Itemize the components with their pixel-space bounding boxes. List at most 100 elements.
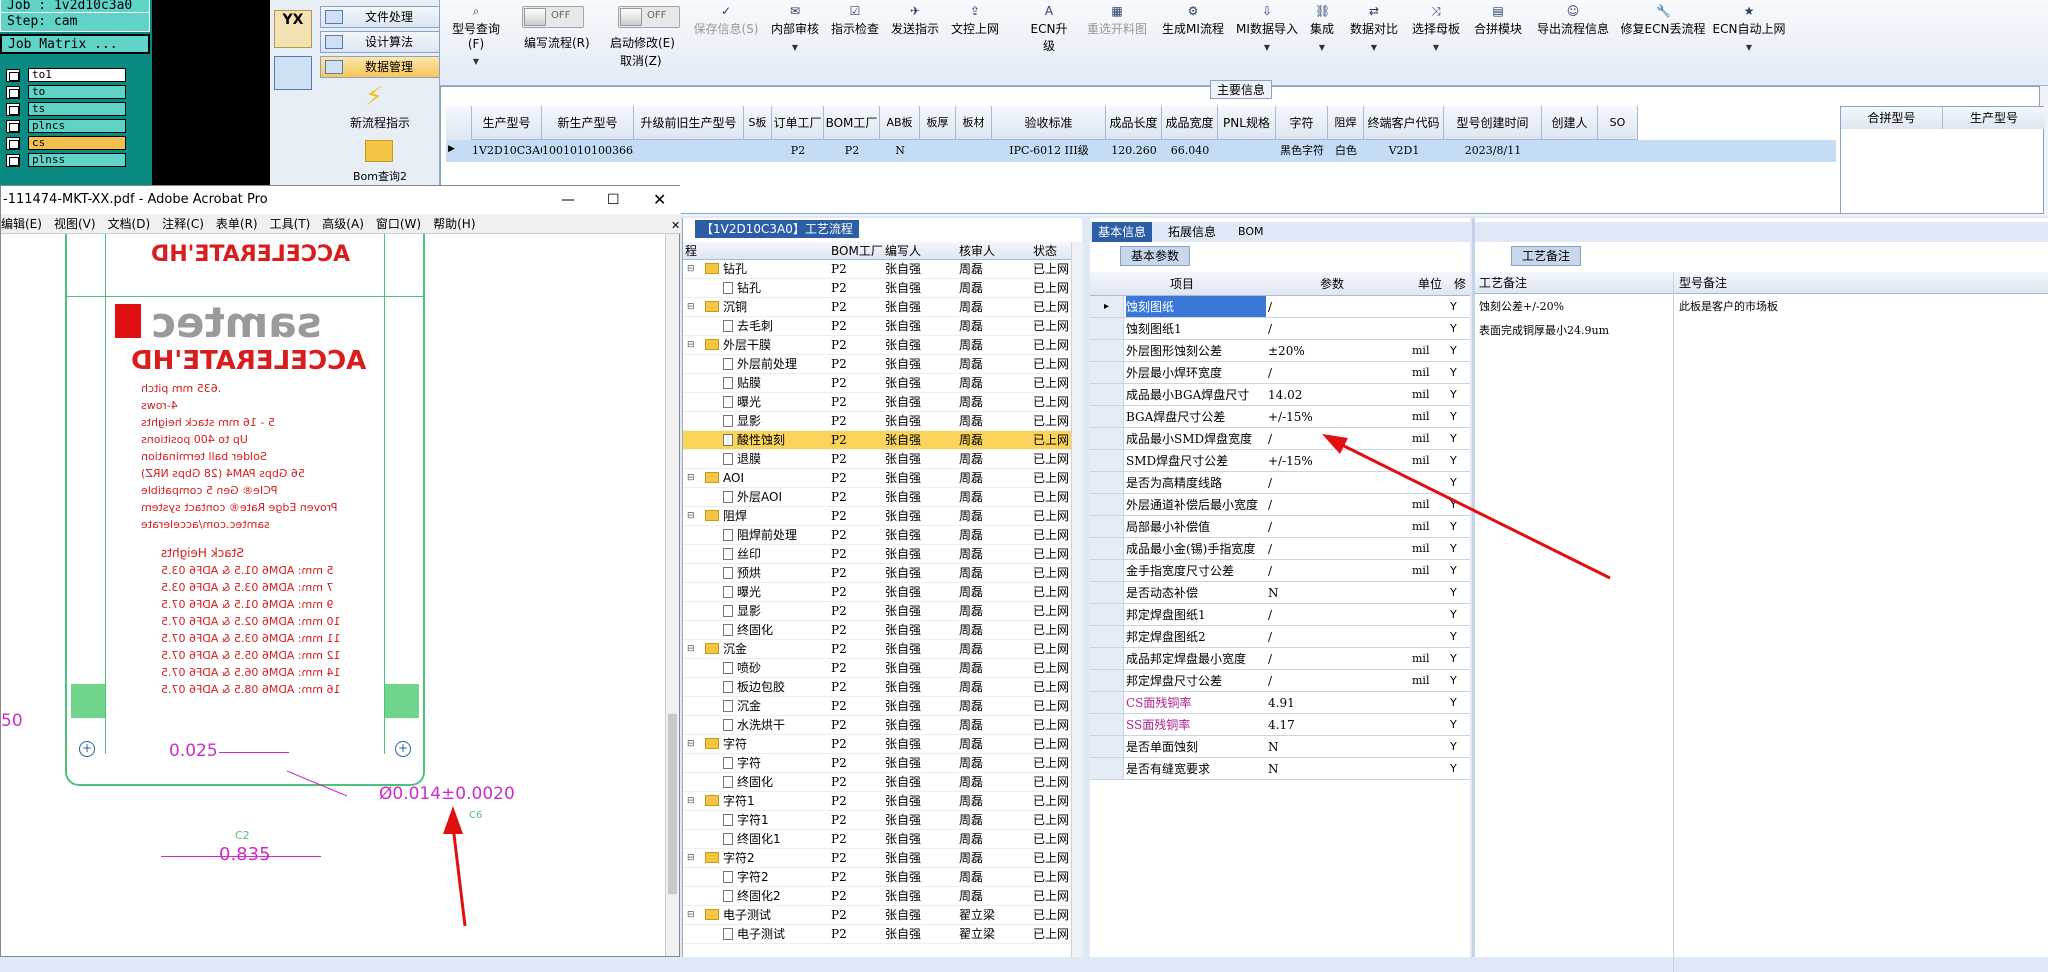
param-flag[interactable]: Y <box>1450 626 1470 648</box>
tree-row[interactable]: 钻孔 P2 张自强 周磊 已上网 <box>683 279 1071 298</box>
main-header-cell[interactable]: 阻焊 <box>1328 106 1364 140</box>
graphic-canvas[interactable] <box>152 0 270 190</box>
main-header-cell[interactable]: 板厚 <box>920 106 956 140</box>
tab-extended[interactable]: 拓展信息 <box>1168 222 1216 242</box>
repair-ecn-button[interactable]: 🔧 修复ECN丢流程 <box>1620 0 1706 60</box>
layer-checkbox[interactable] <box>6 120 20 133</box>
param-flag[interactable]: Y <box>1450 692 1470 714</box>
main-row-cell[interactable]: 白色 <box>1328 140 1364 162</box>
main-header-cell[interactable]: PNL规格 <box>1218 106 1276 140</box>
main-row-cell[interactable]: 黑色字符 <box>1276 140 1328 162</box>
row-header[interactable] <box>1090 604 1124 625</box>
save-info-button[interactable]: ✓ 保存信息(S) <box>690 0 762 60</box>
data-compare-button[interactable]: ⇄ 数据对比 ▼ <box>1346 0 1402 60</box>
param-value[interactable]: N <box>1268 758 1408 780</box>
layer-row[interactable]: cs <box>6 136 126 151</box>
param-value[interactable]: / <box>1268 648 1408 670</box>
layer-row[interactable]: to1 <box>6 68 126 83</box>
row-header[interactable] <box>1090 472 1124 493</box>
main-row-cell[interactable]: 66.040 <box>1162 140 1218 162</box>
param-flag[interactable]: Y <box>1450 736 1470 758</box>
start-modify-toggle[interactable]: OFF <box>618 6 680 28</box>
main-header-cell[interactable]: 升级前旧生产型号 <box>634 106 744 140</box>
tree-row[interactable]: ⊟ 沉铜 P2 张自强 周磊 已上网 <box>683 298 1071 317</box>
tree-row[interactable]: 水洗烘干 P2 张自强 周磊 已上网 <box>683 716 1071 735</box>
tree-row[interactable]: ⊟ 外层干膜 P2 张自强 周磊 已上网 <box>683 336 1071 355</box>
param-row[interactable]: 外层图形蚀刻公差 ±20% mil Y <box>1090 340 1470 362</box>
tree-row[interactable]: ⊟ 字符2 P2 张自强 周磊 已上网 <box>683 849 1071 868</box>
subtab-basic-params[interactable]: 基本参数 <box>1120 246 1191 266</box>
row-header[interactable]: ▸ <box>1090 296 1124 317</box>
param-flag[interactable]: Y <box>1450 340 1470 362</box>
tree-header-cell[interactable]: 编写人 <box>885 242 921 260</box>
main-header-cell[interactable]: 成品长度 <box>1106 106 1162 140</box>
row-header[interactable] <box>1090 692 1124 713</box>
row-header[interactable] <box>1090 362 1124 383</box>
main-row-cell[interactable]: 10010101003663 <box>542 140 634 162</box>
tree-row[interactable]: 终固化2 P2 张自强 周磊 已上网 <box>683 887 1071 906</box>
tree-row[interactable]: 终固化 P2 张自强 周磊 已上网 <box>683 621 1071 640</box>
main-header-cell[interactable]: 板材 <box>956 106 992 140</box>
main-row-cell[interactable] <box>956 140 992 162</box>
expand-icon[interactable]: ⊟ <box>687 336 695 355</box>
expand-icon[interactable]: ⊟ <box>687 792 695 811</box>
param-row[interactable]: 邦定焊盘图纸1 / Y <box>1090 604 1470 626</box>
model-query-button[interactable]: ⌕ 型号查询(F) ▼ <box>448 0 504 66</box>
row-header[interactable] <box>1090 450 1124 471</box>
reselect-cutting-button[interactable]: ▦ 重选开料图 <box>1082 0 1152 60</box>
tree-row[interactable]: 曝光 P2 张自强 周磊 已上网 <box>683 393 1071 412</box>
param-row[interactable]: 邦定焊盘尺寸公差 / mil Y <box>1090 670 1470 692</box>
tab-bom[interactable]: BOM <box>1238 222 1264 242</box>
row-header[interactable] <box>1090 406 1124 427</box>
row-header[interactable] <box>1090 494 1124 515</box>
main-row-cell[interactable]: 120.260 <box>1106 140 1162 162</box>
instruction-check-button[interactable]: ☑ 指示检查 <box>828 0 882 60</box>
main-header-cell[interactable]: 型号创建时间 <box>1444 106 1542 140</box>
tree-row[interactable]: 喷砂 P2 张自强 周磊 已上网 <box>683 659 1071 678</box>
row-header[interactable] <box>1090 428 1124 449</box>
main-row-cell[interactable]: 2023/8/11 <box>1444 140 1542 162</box>
main-row-cell[interactable]: P2 <box>824 140 880 162</box>
layer-checkbox[interactable] <box>6 69 20 82</box>
row-header[interactable] <box>1090 670 1124 691</box>
merge-module-button[interactable]: ▤ 合拼模块 <box>1470 0 1526 60</box>
main-row-cell[interactable]: N <box>880 140 920 162</box>
main-row-cell[interactable] <box>634 140 744 162</box>
layer-checkbox[interactable] <box>6 86 20 99</box>
tree-row[interactable]: ⊟ 沉金 P2 张自强 周磊 已上网 <box>683 640 1071 659</box>
param-flag[interactable]: Y <box>1450 604 1470 626</box>
layer-checkbox[interactable] <box>6 154 20 167</box>
param-row[interactable]: 邦定焊盘图纸2 / Y <box>1090 626 1470 648</box>
param-row[interactable]: ▸ 蚀刻图纸 / Y <box>1090 296 1470 318</box>
expand-icon[interactable]: ⊟ <box>687 469 695 488</box>
main-header-cell[interactable]: SO <box>1598 106 1638 140</box>
param-row[interactable]: 是否有缝宽要求 N Y <box>1090 758 1470 780</box>
layer-checkbox[interactable] <box>6 103 20 116</box>
param-row[interactable]: SS面残铜率 4.17 Y <box>1090 714 1470 736</box>
job-matrix-button[interactable]: Job Matrix ... <box>0 34 150 54</box>
process-note-2[interactable]: 表面完成铜厚最小24.9um <box>1479 322 1609 338</box>
export-flow-button[interactable]: ☺ 导出流程信息 <box>1532 0 1614 60</box>
tree-row[interactable]: 沉金 P2 张自强 周磊 已上网 <box>683 697 1071 716</box>
param-flag[interactable]: Y <box>1450 670 1470 692</box>
main-row-cell[interactable] <box>1542 140 1598 162</box>
main-row-cell[interactable]: V2D1 <box>1364 140 1444 162</box>
integrate-button[interactable]: ⛓ 集成 ▼ <box>1304 0 1340 60</box>
param-row[interactable]: CS面残铜率 4.91 Y <box>1090 692 1470 714</box>
generate-mi-button[interactable]: ⚙ 生成MI流程 <box>1158 0 1228 60</box>
tree-header-cell[interactable]: 程 <box>685 242 697 260</box>
tree-row[interactable]: 字符2 P2 张自强 周磊 已上网 <box>683 868 1071 887</box>
mi-import-button[interactable]: ⇩ MI数据导入 ▼ <box>1232 0 1302 60</box>
param-value[interactable]: ±20% <box>1268 340 1408 362</box>
expand-icon[interactable]: ⊟ <box>687 906 695 925</box>
tree-row[interactable]: 曝光 P2 张自强 周磊 已上网 <box>683 583 1071 602</box>
row-header[interactable] <box>1090 516 1124 537</box>
tree-row[interactable]: 贴膜 P2 张自强 周磊 已上网 <box>683 374 1071 393</box>
tree-row[interactable]: ⊟ 字符1 P2 张自强 周磊 已上网 <box>683 792 1071 811</box>
row-header[interactable] <box>1090 560 1124 581</box>
internal-review-button[interactable]: ✉ 内部审核 ▼ <box>768 0 822 60</box>
tree-row[interactable]: 去毛刺 P2 张自强 周磊 已上网 <box>683 317 1071 336</box>
yx-app-icon[interactable]: YX <box>274 10 312 48</box>
param-flag[interactable]: Y <box>1450 296 1470 318</box>
param-value[interactable]: / <box>1268 296 1408 318</box>
